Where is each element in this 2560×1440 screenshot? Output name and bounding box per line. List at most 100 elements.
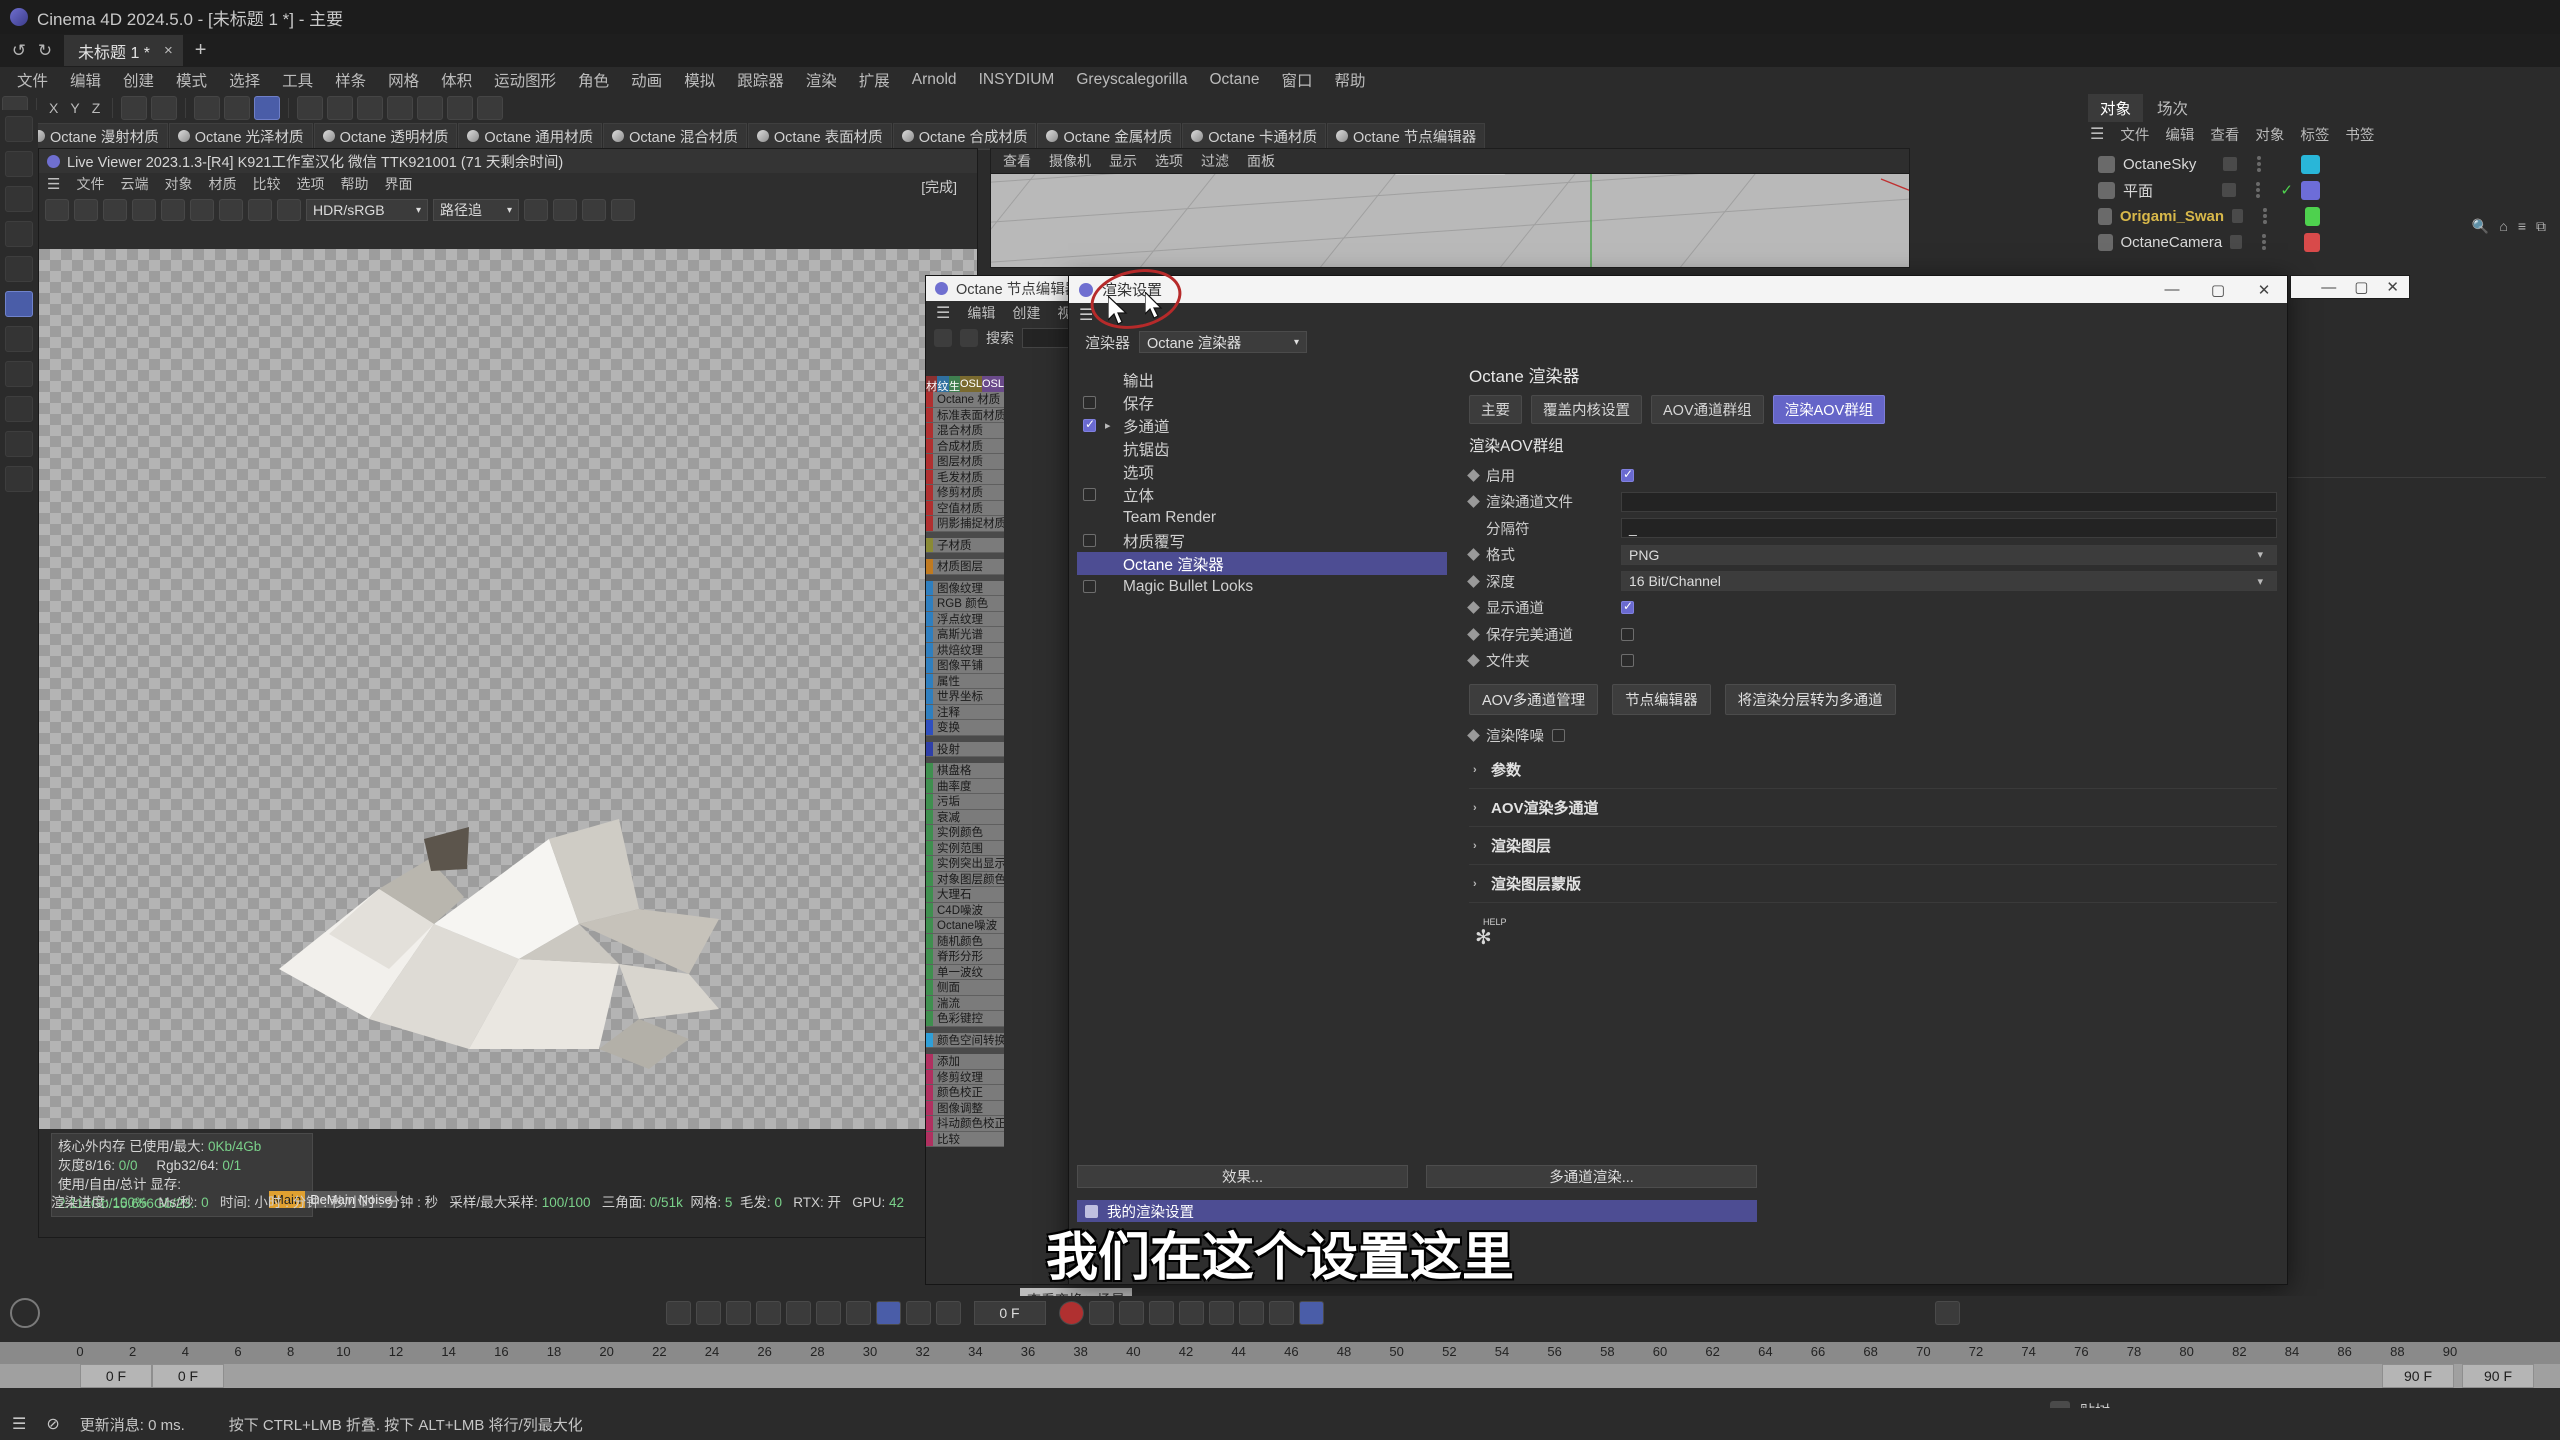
undo-icon[interactable]: ↺ (6, 38, 32, 64)
step-forward-icon[interactable] (785, 1301, 811, 1325)
autokey-icon[interactable] (875, 1301, 901, 1325)
key-param-icon[interactable] (1238, 1301, 1264, 1325)
timeline-options-icon[interactable] (1935, 1301, 1960, 1325)
tab-objects[interactable]: 对象 (2088, 94, 2144, 122)
menu-item-9[interactable]: 运动图形 (483, 67, 567, 93)
node-list-item[interactable]: 世界坐标 (926, 689, 1004, 705)
node-list-item[interactable]: 抖动颜色校正 (926, 1116, 1004, 1132)
settings-tree-row[interactable]: ▸ 多通道 (1077, 414, 1447, 437)
octane-tab-4[interactable]: Octane 混合材质 (603, 122, 747, 150)
node-list-item[interactable]: 混合材质 (926, 423, 1004, 439)
node-list-item[interactable]: 湍流 (926, 995, 1004, 1011)
node-list-item[interactable]: 修剪材质 (926, 485, 1004, 501)
node-list-item[interactable]: 注释 (926, 704, 1004, 720)
lv-pause-icon[interactable] (103, 199, 127, 221)
viewport-menu-1[interactable]: 摄像机 (1049, 151, 1091, 171)
tab-takes[interactable]: 场次 (2145, 94, 2200, 122)
object-tag-icon[interactable] (2301, 154, 2320, 174)
menu-item-19[interactable]: Octane (1199, 69, 1271, 91)
lv-kernel-a-icon[interactable] (524, 199, 548, 221)
visibility-toggle[interactable] (2222, 183, 2237, 197)
visibility-dots-icon[interactable] (2262, 240, 2266, 244)
menu-create[interactable]: 创建 (1012, 303, 1040, 323)
toolbar-icon-lock[interactable] (121, 96, 148, 120)
node-list-item[interactable]: 阴影捕捉材质 (926, 516, 1004, 532)
node-list-item[interactable]: 高斯光谱 (926, 627, 1004, 643)
objmgr-menu-1[interactable]: 编辑 (2165, 124, 2194, 145)
node-list-item[interactable]: 单一波纹 (926, 964, 1004, 980)
timeline-ruler[interactable]: 0 2 4 6 8 10 12 14 16 18 20 22 24 26 28 30 32 34 36 38 40 42 4… (0, 1342, 2560, 1364)
lv-kernel-d-icon[interactable] (611, 199, 635, 221)
maximize-button[interactable]: ▢ (2195, 276, 2241, 303)
prev-key-icon[interactable] (695, 1301, 721, 1325)
record-icon[interactable] (1058, 1301, 1084, 1325)
frame-start-field[interactable]: 0 F (80, 1364, 152, 1388)
settings-tree-row[interactable]: 抗锯齿 (1077, 437, 1447, 460)
help-icon[interactable]: ✻ HELP (1469, 917, 1507, 949)
node-list-item[interactable]: 材质图层 (926, 559, 1004, 575)
objmgr-menu-5[interactable]: 书签 (2345, 124, 2374, 145)
settings-tree-row[interactable]: 材质覆写 (1077, 529, 1447, 552)
renderer-dropdown[interactable]: Octane 渲染器 ▾ (1139, 331, 1308, 353)
go-start-icon[interactable] (665, 1301, 691, 1325)
lv-menu-3[interactable]: 材质 (208, 174, 236, 194)
pane-tab-0[interactable]: 主要 (1469, 395, 1522, 424)
pane-group-3[interactable]: › 渲染图层蒙版 (1469, 865, 2277, 903)
settings-tree-row[interactable]: Octane 渲染器 (1077, 552, 1447, 575)
node-list-item[interactable]: 衰减 (926, 809, 1004, 825)
expand-icon[interactable]: ⧉ (2536, 218, 2546, 235)
node-list-item[interactable]: 实例颜色 (926, 825, 1004, 841)
settings-tree-row[interactable]: 立体 (1077, 483, 1447, 506)
toolbar-icon-camera[interactable] (447, 96, 474, 120)
cat-generate[interactable]: 生成 (948, 376, 960, 409)
object-tag-icon[interactable] (2303, 232, 2320, 252)
objmgr-menu-2[interactable]: 查看 (2210, 124, 2239, 145)
lv-kernel-c-icon[interactable] (582, 199, 606, 221)
visibility-dots-icon[interactable] (2257, 162, 2261, 166)
kernel-dropdown[interactable]: 路径追 ▾ (433, 199, 519, 221)
colorspace-dropdown[interactable]: HDR/sRGB ▾ (306, 199, 428, 221)
node-list-item[interactable]: Octane 材质 (926, 392, 1004, 408)
search-icon[interactable]: 🔍 (2472, 218, 2489, 235)
menu-item-5[interactable]: 工具 (271, 67, 324, 93)
menu-edit[interactable]: 编辑 (967, 303, 995, 323)
pane-button-1[interactable]: 节点编辑器 (1612, 683, 1711, 715)
viewport-menu-5[interactable]: 面板 (1247, 151, 1275, 171)
key-scale-icon[interactable] (1178, 1301, 1204, 1325)
frame-current-box[interactable]: 0 F (152, 1364, 224, 1388)
node-list-item[interactable]: 图像调整 (926, 1100, 1004, 1116)
menu-item-12[interactable]: 模拟 (673, 67, 726, 93)
menu-item-11[interactable]: 动画 (620, 67, 673, 93)
tool-selection-icon[interactable] (5, 116, 33, 142)
object-tag-icon[interactable] (2304, 206, 2320, 226)
tree-checkbox[interactable] (1083, 417, 1096, 432)
node-list-item[interactable]: 图层材质 (926, 454, 1004, 470)
hamburger-icon-3[interactable]: ☰ (1079, 305, 1093, 325)
toolbar-icon-light[interactable] (477, 96, 504, 120)
go-end-icon[interactable] (845, 1301, 871, 1325)
effects-button[interactable]: 效果... (1077, 1165, 1408, 1188)
tree-checkbox[interactable] (1083, 488, 1096, 501)
lv-camera-icon[interactable] (248, 199, 272, 221)
hamburger-icon[interactable]: ☰ (2090, 124, 2104, 144)
tool-move-icon[interactable] (5, 186, 33, 212)
pane-group-0[interactable]: › 参数 (1469, 751, 2277, 789)
lv-refresh-icon[interactable] (132, 199, 156, 221)
tool-magnify-icon[interactable] (5, 151, 33, 177)
key-settings-icon[interactable] (1118, 1301, 1144, 1325)
tool-edge-icon[interactable] (5, 361, 33, 387)
node-list-item[interactable]: 棋盘格 (926, 763, 1004, 779)
node-list-item[interactable]: 对象图层颜色 (926, 871, 1004, 887)
key-rot-icon[interactable] (1208, 1301, 1234, 1325)
loop-icon[interactable] (935, 1301, 961, 1325)
tree-checkbox[interactable] (1083, 580, 1096, 593)
chevron-right-icon[interactable]: ▸ (1105, 419, 1114, 432)
menu-item-17[interactable]: INSYDIUM (968, 69, 1066, 91)
hamburger-icon-4[interactable]: ☰ (12, 1414, 26, 1434)
step-back-icon[interactable] (725, 1301, 751, 1325)
pane-tab-2[interactable]: AOV通道群组 (1651, 395, 1764, 424)
node-list-item[interactable]: 大理石 (926, 887, 1004, 903)
field-text-input[interactable] (1621, 491, 2277, 512)
node-list-item[interactable]: C4D噪波 (926, 902, 1004, 918)
node-list-item[interactable]: 子材质 (926, 537, 1004, 553)
